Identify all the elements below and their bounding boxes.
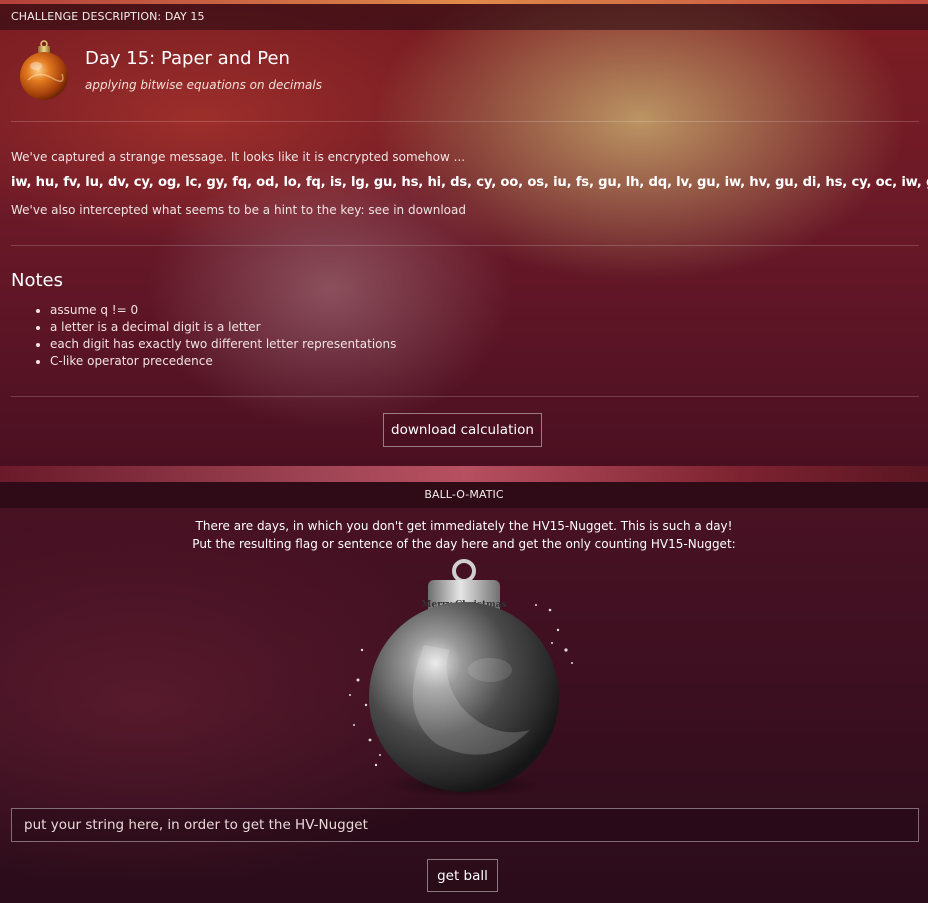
- nugget-input[interactable]: [11, 808, 919, 842]
- ballomatic-text-line2: Put the resulting flag or sentence of th…: [192, 537, 736, 551]
- ballomatic-header: BALL-O-MATIC: [0, 482, 928, 508]
- divider: [11, 121, 919, 122]
- note-item: C-like operator precedence: [35, 353, 396, 370]
- challenge-title: Day 15: Paper and Pen: [85, 48, 290, 69]
- section-divider-band: [0, 466, 928, 482]
- challenge-subtitle: applying bitwise equations on decimals: [85, 78, 322, 92]
- challenge-header: CHALLENGE DESCRIPTION: DAY 15: [0, 4, 928, 30]
- hint-text: We've also intercepted what seems to be …: [11, 203, 466, 217]
- note-item: assume q != 0: [35, 302, 396, 319]
- notes-list: assume q != 0 a letter is a decimal digi…: [35, 302, 397, 370]
- intro-text: We've captured a strange message. It loo…: [11, 150, 466, 164]
- note-item: a letter is a decimal digit is a letter: [35, 319, 396, 336]
- get-ball-button[interactable]: get ball: [427, 859, 498, 892]
- divider: [11, 396, 919, 397]
- cipher-text: iw, hu, fv, lu, dv, cy, og, lc, gy, fq, …: [11, 175, 928, 190]
- divider: [11, 245, 919, 246]
- download-calculation-button[interactable]: download calculation: [383, 413, 542, 447]
- ballomatic-text-line1: There are days, in which you don't get i…: [195, 519, 733, 533]
- christmas-ornament-icon: [20, 40, 68, 100]
- note-item: each digit has exactly two different let…: [35, 337, 397, 351]
- christmas-ball-image: Merry Christmas: [349, 559, 573, 797]
- notes-heading: Notes: [11, 270, 63, 291]
